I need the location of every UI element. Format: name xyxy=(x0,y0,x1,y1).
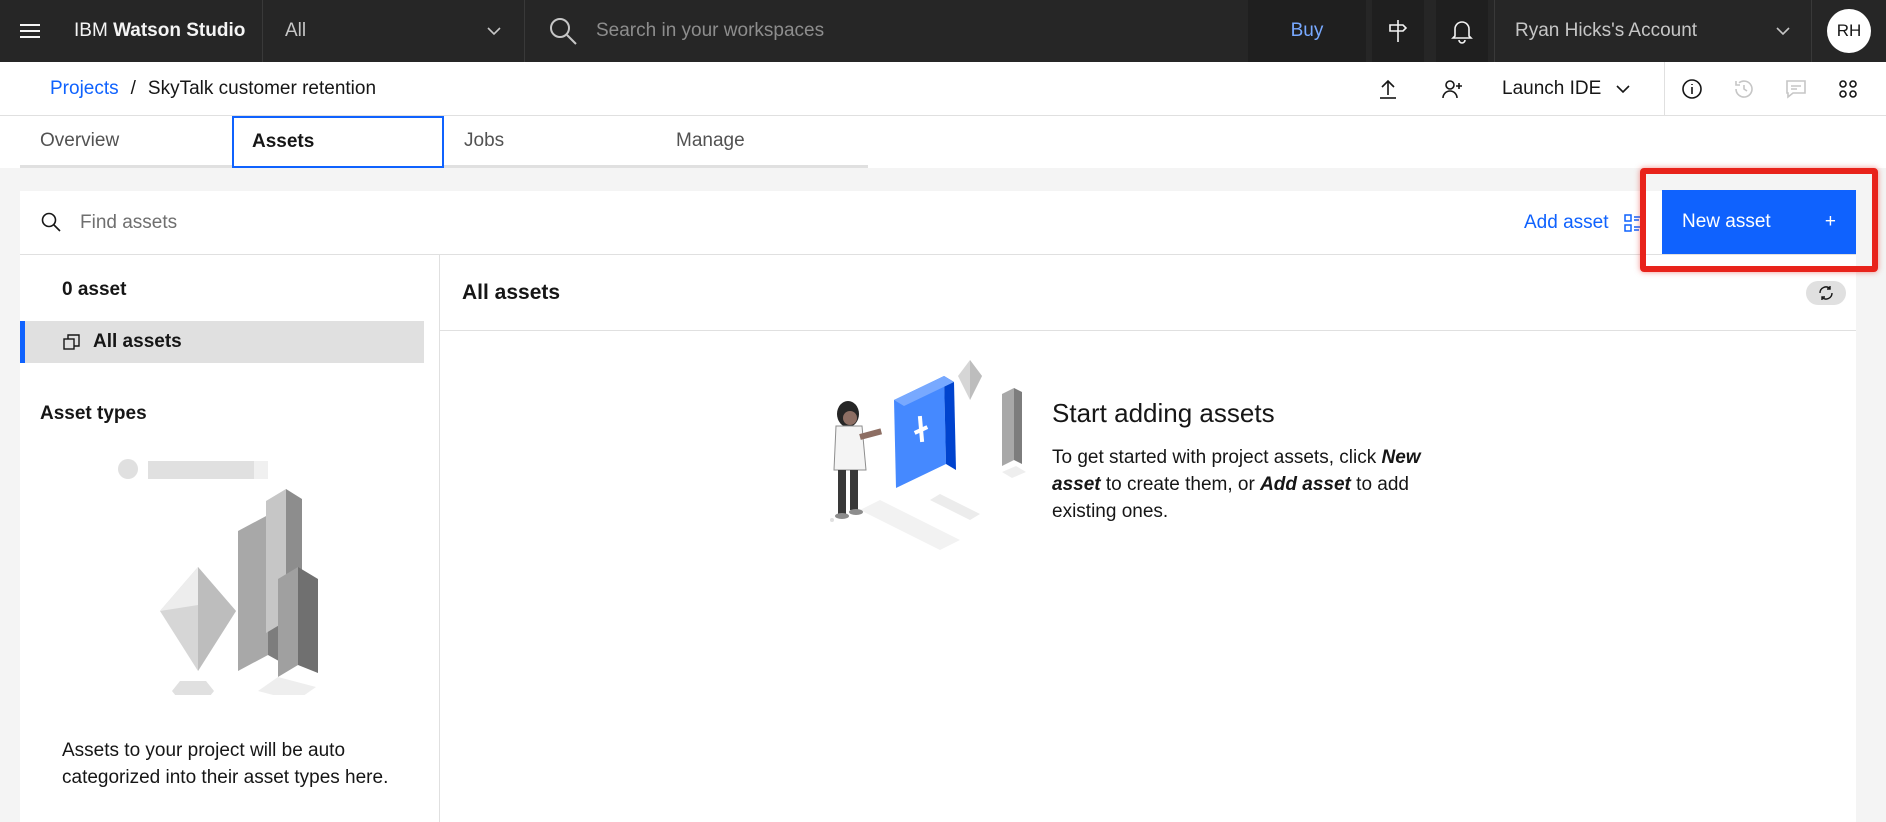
new-asset-label: New asset xyxy=(1682,211,1771,232)
tab-bar: Overview Assets Jobs Manage xyxy=(0,116,1886,168)
breadcrumb-separator: / xyxy=(130,78,136,99)
refresh-icon xyxy=(1819,286,1833,300)
info-icon[interactable] xyxy=(1666,62,1718,116)
tab-jobs[interactable]: Jobs xyxy=(444,116,656,168)
global-search-placeholder: Search in your workspaces xyxy=(596,20,825,41)
upload-icon[interactable] xyxy=(1362,62,1414,116)
new-asset-button[interactable]: New asset + xyxy=(1662,190,1856,254)
global-search[interactable]: Search in your workspaces xyxy=(526,0,1248,62)
empty-state-add-asset: Add asset xyxy=(1260,474,1351,495)
account-name: Ryan Hicks's Account xyxy=(1515,20,1698,41)
signpost-icon[interactable] xyxy=(1372,0,1424,62)
all-assets-label: All assets xyxy=(93,331,182,352)
refresh-button[interactable] xyxy=(1806,281,1846,305)
tab-assets[interactable]: Assets xyxy=(232,116,444,168)
history-icon[interactable] xyxy=(1718,62,1770,116)
account-switcher[interactable]: Ryan Hicks's Account xyxy=(1494,0,1812,62)
notification-icon[interactable] xyxy=(1436,0,1488,62)
tab-manage[interactable]: Manage xyxy=(656,116,868,168)
copy-icon xyxy=(63,334,80,350)
add-asset-label: Add asset xyxy=(1524,212,1609,233)
add-asset-button[interactable]: Add asset xyxy=(1524,191,1643,255)
asset-sidebar: 0 asset All assets Asset types Assets to… xyxy=(20,255,440,822)
asset-types-heading: Asset types xyxy=(40,403,147,424)
buy-link[interactable]: Buy xyxy=(1248,0,1366,62)
empty-state-title: Start adding assets xyxy=(1052,398,1275,428)
comment-icon[interactable] xyxy=(1770,62,1822,116)
empty-state-illustration xyxy=(830,360,1026,550)
breadcrumb-projects[interactable]: Projects xyxy=(50,78,119,100)
toolbar-divider xyxy=(1664,62,1665,116)
tab-overview[interactable]: Overview xyxy=(20,116,232,168)
app-title[interactable]: IBM Watson Studio xyxy=(60,20,263,42)
search-icon xyxy=(41,212,61,232)
plus-icon: + xyxy=(1824,211,1836,232)
empty-state-text: To get started with project assets, clic… xyxy=(1052,447,1421,522)
asset-types-illustration xyxy=(118,459,318,695)
add-collaborator-icon[interactable] xyxy=(1426,62,1478,116)
user-menu[interactable]: RH xyxy=(1812,0,1886,62)
launch-ide-label: Launch IDE xyxy=(1502,78,1602,99)
menu-icon[interactable] xyxy=(0,0,60,62)
find-bar: Add asset xyxy=(20,191,1856,255)
content-title: All assets xyxy=(462,281,561,304)
breadcrumb-current: SkyTalk customer retention xyxy=(147,78,377,99)
launch-ide-menu[interactable]: Launch IDE xyxy=(1502,62,1631,116)
breadcrumb: Projects / SkyTalk customer retention xyxy=(50,62,376,116)
avatar: RH xyxy=(1827,9,1871,53)
sidebar-item-all-assets[interactable]: All assets xyxy=(20,321,424,363)
chevron-down-icon xyxy=(1776,27,1790,36)
scope-label: All xyxy=(285,20,307,41)
search-icon xyxy=(550,18,577,45)
asset-count: 0 asset xyxy=(62,279,127,300)
scope-dropdown[interactable]: All xyxy=(262,0,525,62)
chevron-down-icon xyxy=(1616,85,1630,94)
apps-icon[interactable] xyxy=(1822,62,1874,116)
project-toolbar: Projects / SkyTalk customer retention La… xyxy=(0,62,1886,116)
chevron-down-icon xyxy=(487,27,501,36)
find-assets-input[interactable] xyxy=(80,203,980,243)
asset-types-description: Assets to your project will be auto cate… xyxy=(62,740,389,788)
